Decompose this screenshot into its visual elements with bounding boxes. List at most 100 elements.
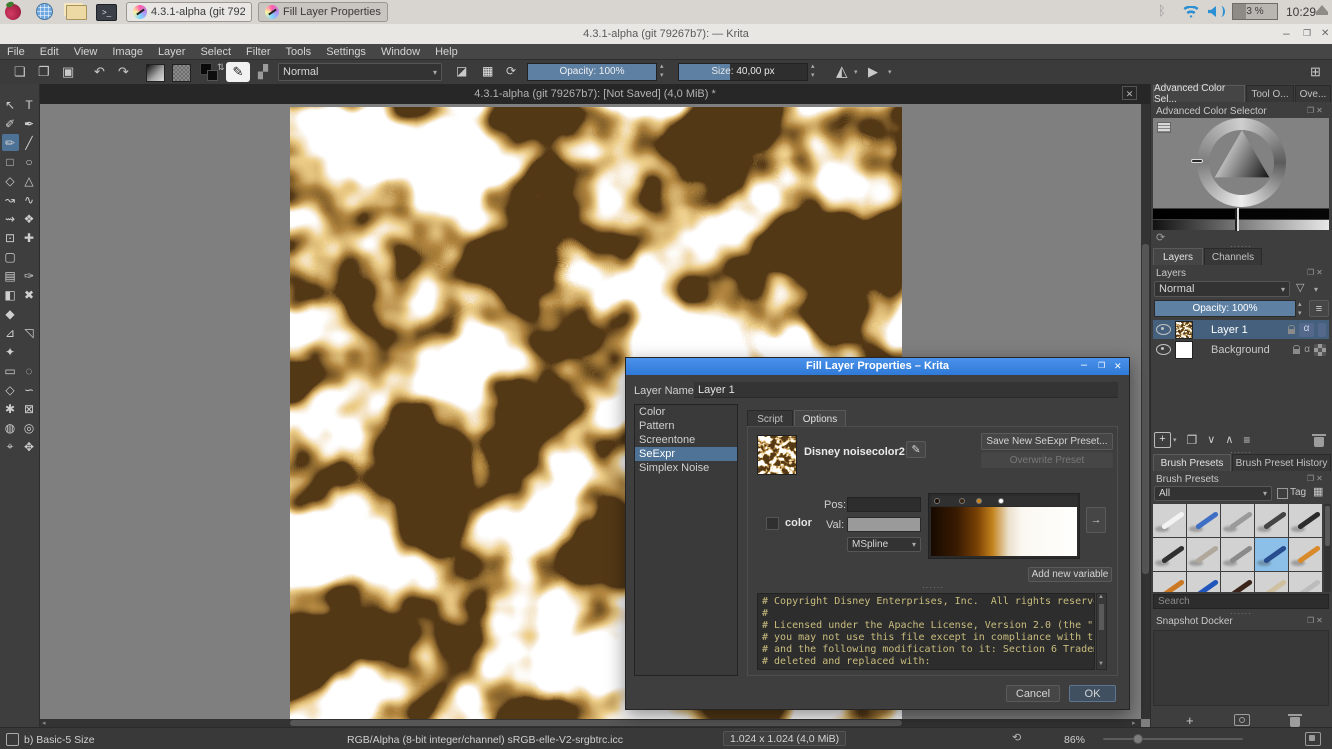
- restore-button[interactable]: ❐: [1303, 28, 1311, 39]
- zoom-slider-thumb[interactable]: [1133, 734, 1143, 744]
- layer-name-label[interactable]: Background: [1211, 344, 1289, 356]
- tab-options[interactable]: Options: [794, 410, 846, 427]
- save-icon[interactable]: ▣: [62, 65, 74, 78]
- tool-rectangle[interactable]: □: [2, 153, 19, 170]
- hue-ring-cursor[interactable]: [1191, 159, 1203, 163]
- opacity-spin-up-icon[interactable]: ▴: [660, 63, 664, 70]
- scroll-right-icon[interactable]: ▸: [1132, 719, 1136, 727]
- refresh-colors-icon[interactable]: ⟳: [1156, 233, 1165, 244]
- brush-preset[interactable]: [1289, 538, 1322, 571]
- inherit-alpha-icon[interactable]: [1314, 344, 1326, 356]
- layer-name-input[interactable]: Layer 1: [694, 382, 1118, 398]
- tool-contiguous-select[interactable]: ◍: [2, 419, 19, 436]
- brush-presets-grid-icon[interactable]: ▞: [258, 65, 268, 78]
- tab-brush-presets[interactable]: Brush Presets: [1153, 454, 1231, 471]
- ramp-marker[interactable]: [976, 498, 982, 504]
- tool-select-shapes[interactable]: ↖: [2, 96, 19, 113]
- menu-filter[interactable]: Filter: [246, 46, 270, 58]
- brush-preset[interactable]: [1221, 504, 1254, 537]
- hue-ring[interactable]: [1197, 118, 1286, 207]
- menu-edit[interactable]: Edit: [40, 46, 59, 58]
- reload-preset-icon[interactable]: ⟳: [506, 65, 516, 77]
- swap-colors-icon[interactable]: ⇅: [217, 62, 225, 73]
- tab-script[interactable]: Script: [747, 410, 793, 427]
- wifi-icon[interactable]: [1182, 6, 1200, 18]
- tool-text[interactable]: T: [21, 96, 38, 113]
- layer-thumbnail[interactable]: [1175, 321, 1193, 339]
- brush-grid-scrollbar[interactable]: [1324, 504, 1331, 592]
- tool-magnetic-select[interactable]: ◎: [21, 419, 38, 436]
- val-input[interactable]: [847, 517, 921, 532]
- layer-row-background[interactable]: Background α: [1153, 340, 1329, 359]
- docker-float-close-icons[interactable]: ❐✕: [1307, 106, 1325, 115]
- tool-reference-images[interactable]: ✦: [2, 343, 19, 360]
- tab-brush-preset-history[interactable]: Brush Preset History: [1232, 454, 1331, 471]
- ok-button[interactable]: OK: [1069, 685, 1116, 702]
- open-image-icon[interactable]: ❐: [38, 65, 50, 78]
- cancel-button[interactable]: Cancel: [1006, 685, 1060, 702]
- menu-select[interactable]: Select: [200, 46, 231, 58]
- canvas-vscrollbar[interactable]: [1141, 104, 1150, 719]
- move-layer-up-icon[interactable]: ∧: [1225, 435, 1233, 446]
- brush-preset[interactable]: [1187, 572, 1220, 592]
- tool-freehand-select[interactable]: ∽: [21, 381, 38, 398]
- layer-row-layer1[interactable]: Layer 1 α: [1153, 320, 1329, 339]
- docker-float-close-icons[interactable]: ❐✕: [1307, 616, 1325, 625]
- script-scrollbar-thumb[interactable]: [1099, 604, 1104, 630]
- overwrite-preset-button[interactable]: Overwrite Preset: [981, 452, 1113, 468]
- eraser-mode-icon[interactable]: ◪: [456, 65, 467, 77]
- ramp-marker[interactable]: [934, 498, 940, 504]
- dialog-minimize-icon[interactable]: –: [1081, 359, 1087, 371]
- brush-view-mode-icon[interactable]: ▦: [1313, 487, 1323, 498]
- tool-freehand-brush[interactable]: ✏: [2, 134, 19, 151]
- color-selector-settings-icon[interactable]: [1157, 122, 1171, 133]
- alpha-lock-icon[interactable]: α: [1299, 323, 1314, 337]
- clock-label[interactable]: 10:29: [1286, 5, 1316, 19]
- menu-tools[interactable]: Tools: [286, 46, 312, 58]
- tool-measure[interactable]: ⊿: [2, 324, 19, 341]
- opacity-spin-down-icon[interactable]: ▾: [660, 72, 664, 79]
- edit-brush-settings-button[interactable]: ✎: [226, 62, 250, 82]
- menu-help[interactable]: Help: [435, 46, 458, 58]
- dialog-close-icon[interactable]: ✕: [1114, 361, 1122, 372]
- redo-icon[interactable]: ↷: [118, 65, 129, 78]
- new-document-icon[interactable]: ❏: [14, 65, 26, 78]
- brush-preset[interactable]: [1255, 504, 1288, 537]
- zoom-slider[interactable]: [1103, 738, 1243, 740]
- pos-input[interactable]: [847, 497, 921, 512]
- ramp-marker[interactable]: [959, 498, 965, 504]
- brush-filter-combo[interactable]: All ▾: [1154, 486, 1272, 501]
- tool-color-sampler[interactable]: ✑: [21, 267, 38, 284]
- edit-preset-name-icon[interactable]: ✎: [906, 441, 926, 458]
- opacity-slider[interactable]: Opacity: 100%: [527, 63, 657, 81]
- tool-ellipse-select[interactable]: ◌: [21, 362, 38, 379]
- script-editor[interactable]: # Copyright Disney Enterprises, Inc. All…: [757, 593, 1095, 670]
- terminal-icon[interactable]: >_: [96, 4, 117, 21]
- brush-scrollbar-thumb[interactable]: [1325, 506, 1330, 546]
- tool-calligraphy[interactable]: ✒: [21, 115, 38, 132]
- layer-visibility-icon[interactable]: [1156, 324, 1171, 335]
- mdi-close-icon[interactable]: ✕: [1122, 86, 1137, 100]
- taskbar-window-fill-layer[interactable]: Fill Layer Properties –...: [258, 2, 388, 22]
- script-scrollbar[interactable]: ▲ ▼: [1096, 593, 1107, 670]
- generator-color[interactable]: Color: [635, 405, 737, 419]
- close-button[interactable]: ✕: [1321, 28, 1329, 39]
- value-gradient-bar[interactable]: [1153, 220, 1329, 230]
- menu-file[interactable]: File: [7, 46, 25, 58]
- generator-pattern[interactable]: Pattern: [635, 419, 737, 433]
- layer-filter-funnel-icon[interactable]: ▽: [1296, 283, 1304, 294]
- mirror-dropdown-icon[interactable]: ▾: [854, 69, 858, 76]
- brush-preset[interactable]: [1289, 504, 1322, 537]
- layer-blending-mode-combo[interactable]: Normal ▾: [1154, 281, 1290, 297]
- brush-preset[interactable]: [1153, 504, 1186, 537]
- brush-preset[interactable]: [1221, 538, 1254, 571]
- menu-view[interactable]: View: [74, 46, 98, 58]
- tool-pan[interactable]: ✥: [21, 438, 38, 455]
- brush-preset[interactable]: [1221, 572, 1254, 592]
- docker-float-close-icons[interactable]: ❐✕: [1307, 474, 1325, 483]
- tool-smart-patch[interactable]: ✖: [21, 286, 38, 303]
- alpha-lock-icon[interactable]: α: [1304, 344, 1310, 355]
- preserve-alpha-icon[interactable]: ▦: [482, 65, 493, 77]
- brush-preset[interactable]: [1255, 572, 1288, 592]
- minimize-button[interactable]: –: [1283, 26, 1290, 40]
